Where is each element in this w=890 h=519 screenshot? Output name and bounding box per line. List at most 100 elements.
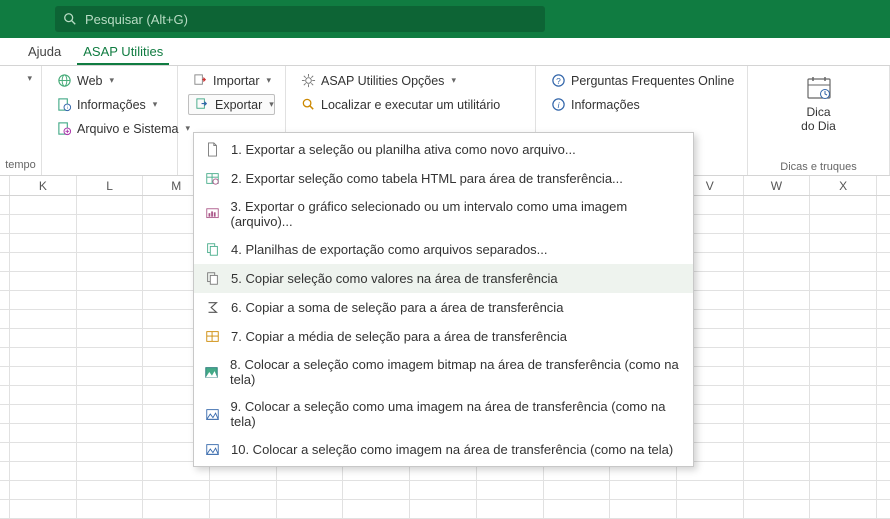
- cell[interactable]: [810, 348, 877, 366]
- cell[interactable]: [810, 291, 877, 309]
- col-header[interactable]: W: [744, 176, 811, 195]
- about-button[interactable]: i Informações: [546, 94, 737, 115]
- cell[interactable]: [0, 329, 10, 347]
- cell[interactable]: [810, 405, 877, 423]
- tip-of-day-button[interactable]: Dicado Dia: [784, 70, 854, 133]
- cell[interactable]: [10, 462, 77, 480]
- cell[interactable]: [0, 272, 10, 290]
- cell[interactable]: [77, 291, 144, 309]
- cell[interactable]: [77, 500, 144, 518]
- cell[interactable]: [744, 462, 811, 480]
- cell[interactable]: [744, 234, 811, 252]
- cell[interactable]: [343, 481, 410, 499]
- cell[interactable]: [810, 253, 877, 271]
- menu-item-1[interactable]: 1. Exportar a seleção ou planilha ativa …: [194, 135, 693, 164]
- cell[interactable]: [0, 253, 10, 271]
- faq-button[interactable]: ? Perguntas Frequentes Online: [546, 70, 737, 91]
- cell[interactable]: [77, 253, 144, 271]
- cell[interactable]: [0, 215, 10, 233]
- cell[interactable]: [77, 443, 144, 461]
- cell[interactable]: [0, 443, 10, 461]
- cell[interactable]: [77, 424, 144, 442]
- cell[interactable]: [744, 424, 811, 442]
- cell[interactable]: [744, 443, 811, 461]
- cell[interactable]: [477, 481, 544, 499]
- export-button[interactable]: Exportar ▾: [188, 94, 275, 115]
- cell[interactable]: [10, 310, 77, 328]
- cell[interactable]: [10, 348, 77, 366]
- cell[interactable]: [0, 234, 10, 252]
- cell[interactable]: [677, 481, 744, 499]
- menu-item-9[interactable]: 9. Colocar a seleção como uma imagem na …: [194, 393, 693, 435]
- web-button[interactable]: Web ▾: [52, 70, 167, 91]
- menu-item-8[interactable]: 8. Colocar a seleção como imagem bitmap …: [194, 351, 693, 393]
- cell[interactable]: [10, 291, 77, 309]
- cell[interactable]: [0, 291, 10, 309]
- cell[interactable]: [744, 272, 811, 290]
- cell[interactable]: [744, 386, 811, 404]
- cell[interactable]: [810, 234, 877, 252]
- cell[interactable]: [744, 500, 811, 518]
- menu-item-7[interactable]: 7. Copiar a média de seleção para a área…: [194, 322, 693, 351]
- cell[interactable]: [744, 329, 811, 347]
- cell[interactable]: [10, 253, 77, 271]
- cell[interactable]: [10, 329, 77, 347]
- cell[interactable]: [0, 196, 10, 214]
- cell[interactable]: [143, 500, 210, 518]
- menu-item-6[interactable]: 6. Copiar a soma de seleção para a área …: [194, 293, 693, 322]
- cell[interactable]: [544, 500, 611, 518]
- cell[interactable]: [744, 291, 811, 309]
- cell[interactable]: [77, 196, 144, 214]
- menu-item-2[interactable]: 2. Exportar seleção como tabela HTML par…: [194, 164, 693, 193]
- cell[interactable]: [277, 481, 344, 499]
- menu-item-3[interactable]: 3. Exportar o gráfico selecionado ou um …: [194, 193, 693, 235]
- col-header[interactable]: X: [810, 176, 877, 195]
- menu-item-4[interactable]: 4. Planilhas de exportação como arquivos…: [194, 235, 693, 264]
- cell[interactable]: [10, 272, 77, 290]
- cell[interactable]: [143, 481, 210, 499]
- info-button[interactable]: i Informações ▾: [52, 94, 167, 115]
- tab-help[interactable]: Ajuda: [22, 38, 67, 65]
- cell[interactable]: [77, 386, 144, 404]
- cell[interactable]: [610, 500, 677, 518]
- file-system-button[interactable]: Arquivo e Sistema ▾: [52, 118, 167, 139]
- cell[interactable]: [0, 481, 10, 499]
- cell[interactable]: [0, 462, 10, 480]
- tempo-dropdown[interactable]: ▾: [4, 70, 37, 87]
- cell[interactable]: [277, 500, 344, 518]
- cell[interactable]: [810, 196, 877, 214]
- cell[interactable]: [77, 215, 144, 233]
- cell[interactable]: [477, 500, 544, 518]
- cell[interactable]: [10, 481, 77, 499]
- cell[interactable]: [744, 481, 811, 499]
- cell[interactable]: [10, 443, 77, 461]
- cell[interactable]: [610, 481, 677, 499]
- tab-asap-utilities[interactable]: ASAP Utilities: [77, 38, 169, 65]
- find-utility-button[interactable]: Localizar e executar um utilitário: [296, 94, 525, 115]
- cell[interactable]: [810, 215, 877, 233]
- cell[interactable]: [744, 310, 811, 328]
- cell[interactable]: [410, 500, 477, 518]
- menu-item-5[interactable]: 5. Copiar seleção como valores na área d…: [194, 264, 693, 293]
- cell[interactable]: [77, 272, 144, 290]
- cell[interactable]: [810, 310, 877, 328]
- cell[interactable]: [744, 196, 811, 214]
- cell[interactable]: [744, 215, 811, 233]
- col-header[interactable]: K: [10, 176, 77, 195]
- cell[interactable]: [10, 386, 77, 404]
- col-header[interactable]: [0, 176, 10, 195]
- cell[interactable]: [0, 386, 10, 404]
- cell[interactable]: [0, 367, 10, 385]
- col-header[interactable]: L: [77, 176, 144, 195]
- cell[interactable]: [343, 500, 410, 518]
- cell[interactable]: [77, 234, 144, 252]
- cell[interactable]: [744, 348, 811, 366]
- cell[interactable]: [810, 481, 877, 499]
- cell[interactable]: [810, 386, 877, 404]
- options-button[interactable]: ASAP Utilities Opções ▾: [296, 70, 525, 91]
- cell[interactable]: [810, 443, 877, 461]
- cell[interactable]: [10, 215, 77, 233]
- import-button[interactable]: Importar ▾: [188, 70, 275, 91]
- cell[interactable]: [210, 481, 277, 499]
- cell[interactable]: [77, 481, 144, 499]
